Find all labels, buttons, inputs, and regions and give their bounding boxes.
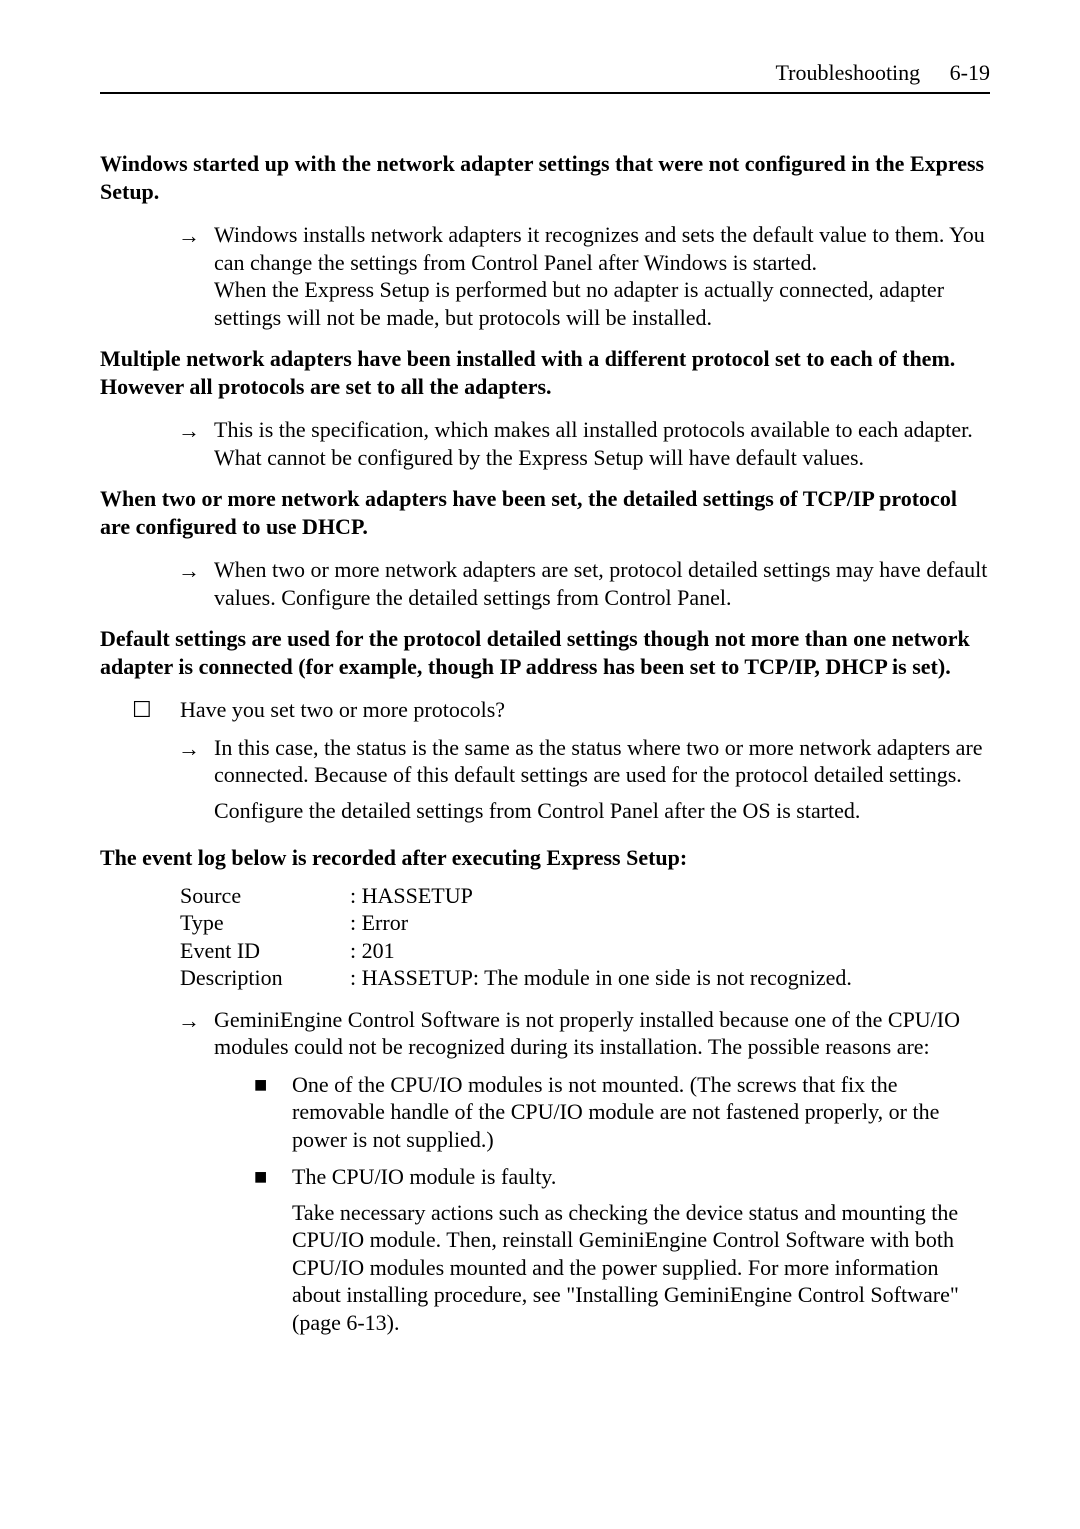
section-3-item: → When two or more network adapters are …: [178, 556, 990, 611]
section-2-body: This is the specification, which makes a…: [214, 416, 990, 471]
bullet-icon: ■: [254, 1071, 292, 1099]
event-log-val-desc: : HASSETUP: The module in one side is no…: [350, 964, 990, 992]
section-5-arrow-text: GeminiEngine Control Software is not pro…: [214, 1007, 960, 1060]
arrow-icon: →: [178, 1006, 214, 1035]
arrow-icon: →: [178, 734, 214, 763]
section-4-after: Configure the detailed settings from Con…: [214, 797, 990, 825]
section-4-arrow-item: → In this case, the status is the same a…: [178, 734, 990, 825]
header-chapter: 6-19: [950, 60, 990, 85]
section-1-item: → Windows installs network adapters it r…: [178, 221, 990, 331]
event-log-key-source: Source: [180, 882, 350, 910]
section-5-bullet-2: ■ The CPU/IO module is faulty.: [254, 1163, 990, 1191]
section-5-bullet-2-text: The CPU/IO module is faulty.: [292, 1163, 990, 1191]
section-5-bullet-1: ■ One of the CPU/IO modules is not mount…: [254, 1071, 990, 1154]
event-log-row: Source : HASSETUP: [180, 882, 990, 910]
section-5-after: Take necessary actions such as checking …: [292, 1199, 990, 1337]
event-log-table: Source : HASSETUP Type : Error Event ID …: [180, 882, 990, 992]
section-4-arrow-text: In this case, the status is the same as …: [214, 735, 983, 788]
bullet-icon: ■: [254, 1163, 292, 1191]
event-log-val-source: : HASSETUP: [350, 882, 990, 910]
event-log-row: Type : Error: [180, 909, 990, 937]
section-5-arrow-item: → GeminiEngine Control Software is not p…: [178, 1006, 990, 1337]
section-5-bullet-1-text: One of the CPU/IO modules is not mounted…: [292, 1071, 990, 1154]
section-4-arrow-body: In this case, the status is the same as …: [214, 734, 990, 825]
event-log-row: Description : HASSETUP: The module in on…: [180, 964, 990, 992]
arrow-icon: →: [178, 221, 214, 250]
event-log-key-desc: Description: [180, 964, 350, 992]
section-1-heading: Windows started up with the network adap…: [100, 150, 990, 205]
arrow-icon: →: [178, 416, 214, 445]
section-4-checkbox: ☐ Have you set two or more protocols?: [132, 696, 990, 724]
section-5-arrow-body: GeminiEngine Control Software is not pro…: [214, 1006, 990, 1337]
event-log-key-type: Type: [180, 909, 350, 937]
checkbox-icon: ☐: [132, 696, 180, 724]
section-2-item: → This is the specification, which makes…: [178, 416, 990, 471]
event-log-val-eventid: : 201: [350, 937, 990, 965]
section-3-body: When two or more network adapters are se…: [214, 556, 990, 611]
section-1-body: Windows installs network adapters it rec…: [214, 221, 990, 331]
event-log-val-type: : Error: [350, 909, 990, 937]
section-3-heading: When two or more network adapters have b…: [100, 485, 990, 540]
arrow-icon: →: [178, 556, 214, 585]
event-log-key-eventid: Event ID: [180, 937, 350, 965]
header-title: Troubleshooting: [776, 60, 921, 85]
section-4-heading: Default settings are used for the protoc…: [100, 625, 990, 680]
section-2-heading: Multiple network adapters have been inst…: [100, 345, 990, 400]
page-header: Troubleshooting 6-19: [100, 60, 990, 94]
section-5-heading: The event log below is recorded after ex…: [100, 844, 990, 872]
section-4-checkbox-text: Have you set two or more protocols?: [180, 696, 990, 724]
event-log-row: Event ID : 201: [180, 937, 990, 965]
page: Troubleshooting 6-19 Windows started up …: [0, 0, 1080, 1426]
